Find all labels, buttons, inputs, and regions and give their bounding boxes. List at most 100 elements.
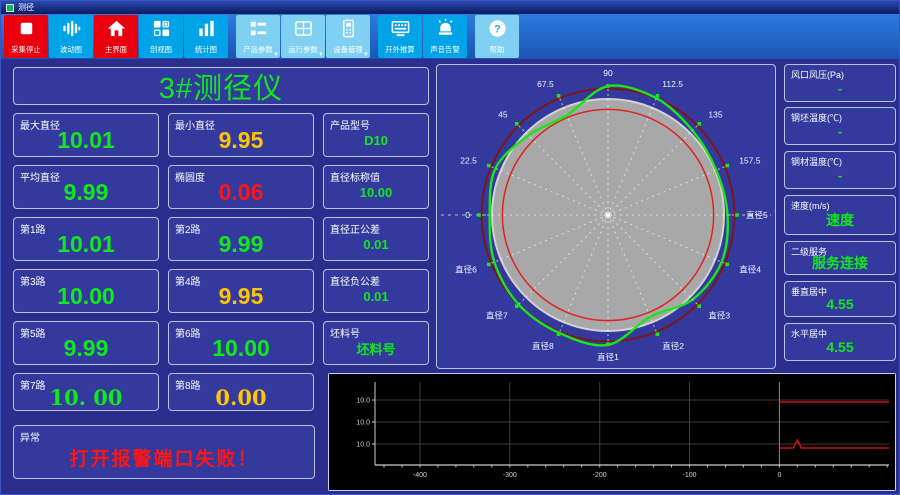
- toolbar-button-label: 开外推算: [385, 45, 415, 54]
- svg-text:-100: -100: [682, 472, 696, 479]
- stop-icon: [20, 22, 32, 35]
- trend-chart: 10.0 10.0 10.0 -400 -300 -200 -100 0: [329, 374, 895, 490]
- status-panel-vertical-centering: 垂直居中 4.55: [784, 281, 896, 317]
- cell-path-1: 第1路 10.01: [13, 217, 159, 261]
- chevron-down-icon: ▼: [318, 52, 324, 58]
- window-title: 测径: [18, 2, 34, 12]
- extrapolation-button[interactable]: 开外推算: [378, 15, 422, 58]
- svg-text:直径4: 直径4: [739, 264, 761, 274]
- cell-path-3: 第3路 10.00: [13, 269, 159, 313]
- cross-section-panel: 0 22.5 45 67.5 90 112.5 135 157.5 直径5 直径4 直径3 直径2 直径…: [436, 64, 776, 369]
- svg-text:22.5: 22.5: [460, 156, 477, 166]
- status-value: 4.55: [826, 339, 854, 355]
- svg-text:?: ?: [494, 23, 501, 35]
- cross-section-chart: 0 22.5 45 67.5 90 112.5 135 157.5 直径5 直径4 直径3 直径2 直径…: [437, 65, 775, 368]
- cell-value: 0.00: [215, 384, 267, 410]
- status-value: -: [837, 167, 843, 183]
- main-area: 3#测径仪 最大直径 10.01 最小直径 9.95 产品型号 D10 平均直径 9.…: [1, 59, 899, 494]
- cell-path-5: 第5路 9.99: [13, 321, 159, 365]
- alarm-message: 打开报警端口失败！: [69, 448, 259, 470]
- device-manage-icon: [342, 19, 354, 38]
- device-manage-button[interactable]: 设备管理 ▼: [326, 15, 370, 58]
- svg-text:90: 90: [603, 68, 613, 78]
- cell-value: D10: [364, 132, 388, 148]
- status-panel-steel-temperature: 钢材温度(℃) -: [784, 151, 896, 189]
- cell-minus-tolerance: 直径负公差 0.01: [323, 269, 429, 313]
- toolbar-button-label: 统计图: [194, 45, 218, 54]
- cell-value: 10.00: [57, 282, 115, 309]
- gauge-title-panel: 3#测径仪: [13, 67, 429, 105]
- status-panel-secondary-service: 二级服务 服务连接: [784, 241, 896, 275]
- cell-avg-diameter: 平均直径 9.99: [13, 165, 159, 209]
- cell-path-6: 第6路 10.00: [168, 321, 314, 365]
- toolbar-button-label: 声音告警: [430, 45, 460, 54]
- toolbar: 采集停止 波动图 主界面 剖视图 统计图 产品参数 ▼ 运行参数 ▼ 设备管理 ▼ 开外推算 声音告警?…: [1, 14, 899, 59]
- help-icon: ?: [488, 20, 506, 37]
- cell-path-2: 第2路 9.99: [168, 217, 314, 261]
- cell-value: 0.06: [218, 178, 264, 205]
- svg-text:157.5: 157.5: [739, 156, 761, 166]
- toolbar-button-label: 运行参数: [288, 45, 318, 54]
- svg-text:45: 45: [498, 110, 508, 120]
- status-value: 4.55: [826, 296, 854, 312]
- svg-text:-300: -300: [503, 472, 517, 479]
- cell-value: 0.01: [363, 288, 389, 304]
- svg-text:直径1: 直径1: [597, 352, 619, 362]
- svg-text:直径3: 直径3: [708, 310, 730, 320]
- run-params-button[interactable]: 运行参数 ▼: [281, 15, 325, 58]
- toolbar-button-label: 波动图: [59, 45, 83, 54]
- svg-text:0: 0: [465, 210, 470, 220]
- svg-text:10.0: 10.0: [356, 442, 370, 449]
- toolbar-button-label: 剖视图: [149, 45, 173, 54]
- toolbar-button-label: 设备管理: [333, 45, 363, 54]
- product-params-button[interactable]: 产品参数 ▼: [236, 15, 280, 58]
- cell-path-8: 第8路 0.00: [168, 373, 314, 411]
- trend-chart-panel: 10.0 10.0 10.0 -400 -300 -200 -100 0: [328, 373, 896, 491]
- svg-text:10.0: 10.0: [356, 420, 370, 427]
- cell-nominal-diameter: 直径标称值 10.00: [323, 165, 429, 209]
- svg-text:10.0: 10.0: [356, 398, 370, 405]
- cell-max-diameter: 最大直径 10.01: [13, 113, 159, 157]
- cell-value: 9.95: [218, 282, 264, 309]
- window-titlebar: 测径: [1, 1, 899, 14]
- svg-text:直径8: 直径8: [532, 341, 554, 351]
- views-icon: [153, 20, 169, 37]
- status-panel-billet-temperature: 钢坯温度(℃) -: [784, 107, 896, 145]
- cell-value: 10.00: [212, 334, 270, 361]
- chevron-down-icon: ▼: [363, 52, 369, 58]
- gauge-title: 3#测径仪: [158, 73, 284, 105]
- svg-text:直径7: 直径7: [486, 310, 508, 320]
- stop-acquisition-button[interactable]: 采集停止: [4, 15, 48, 58]
- toolbar-button-label: 主界面: [104, 45, 128, 54]
- cell-plus-tolerance: 直径正公差 0.01: [323, 217, 429, 261]
- statistics-chart-button[interactable]: 统计图: [184, 15, 228, 58]
- toolbar-button-label: 帮助: [489, 45, 505, 54]
- cell-value: 9.99: [63, 334, 109, 361]
- cell-value: 9.95: [218, 126, 264, 153]
- status-value: -: [837, 123, 843, 139]
- svg-text:直径5: 直径5: [746, 210, 768, 220]
- toolbar-button-label: 采集停止: [11, 45, 41, 54]
- cell-value: 10.01: [57, 126, 115, 153]
- status-value: -: [837, 80, 843, 96]
- product-params-icon: [250, 21, 266, 36]
- svg-text:135: 135: [708, 110, 722, 120]
- section-view-button[interactable]: 剖视图: [139, 15, 183, 58]
- chevron-down-icon: ▼: [273, 52, 279, 58]
- wave-chart-button[interactable]: 波动图: [49, 15, 93, 58]
- status-value: 服务连接: [812, 255, 868, 271]
- status-panel-speed: 速度(m/s) 速度: [784, 195, 896, 235]
- svg-text:直径2: 直径2: [662, 341, 684, 351]
- home-icon: [107, 20, 125, 37]
- cell-product-model: 产品型号 D10: [323, 113, 429, 157]
- cell-path-7: 第7路 10. 00: [13, 373, 159, 411]
- help-button[interactable]: ? 帮助: [475, 15, 519, 58]
- main-view-button[interactable]: 主界面: [94, 15, 138, 58]
- svg-text:67.5: 67.5: [537, 79, 554, 89]
- run-params-icon: [294, 21, 312, 36]
- cell-value: 10.01: [57, 230, 115, 257]
- app-window: { "window": { "title": "测径" }, "toolbar"…: [0, 0, 900, 495]
- cell-value: 0.01: [363, 236, 389, 252]
- svg-text:直径6: 直径6: [455, 264, 477, 274]
- sound-alarm-button[interactable]: 声音告警: [423, 15, 467, 58]
